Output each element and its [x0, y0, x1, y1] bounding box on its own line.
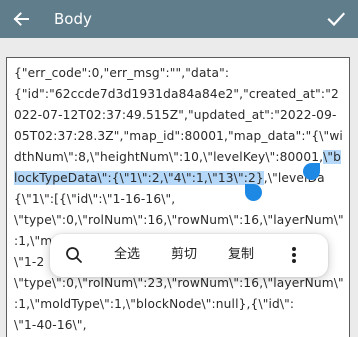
select-all-button[interactable]: 全选 — [114, 245, 140, 265]
editor-line: {\"1\":[{\"id\":\"1-16-16\", — [14, 189, 343, 210]
editor-line: {"id":"62ccde7d3d1931da84a84e2","created… — [14, 84, 343, 105]
copy-button[interactable]: 复制 — [228, 245, 254, 265]
check-icon — [327, 12, 346, 27]
text-segment: {"err_code":0,"err_msg":"","data": — [14, 66, 230, 80]
text-segment: {"id":"62ccde7d3d1931da84a84e2","created… — [14, 87, 339, 101]
more-vert-icon — [292, 247, 296, 263]
more-button[interactable] — [282, 243, 306, 267]
text-segment: \"type\":0,\"rolNum\":23,\"rowNum\":16,\… — [14, 276, 344, 290]
editor-line: {"err_code":0,"err_msg":"","data": — [14, 63, 343, 84]
editor-line: \"type\":0,\"rolNum\":16,\"rowNum\":16,\… — [14, 210, 344, 231]
text-segment: {\"1\":[{\"id\":\"1-16-16\", — [14, 192, 176, 206]
back-button[interactable] — [7, 5, 35, 33]
app-bar: Body — [0, 0, 358, 38]
body-text-editor[interactable]: {"err_code":0,"err_msg":"","data": {"id":… — [6, 57, 350, 337]
editor-line: dthNum\":8,\"heightNum\":10,\"levelKey\"… — [14, 147, 343, 168]
text-segment: dthNum\":8,\"heightNum\":10,\"levelKey\"… — [14, 150, 324, 164]
text-selection-toolbar: 全选 剪切 复制 — [50, 234, 328, 277]
editor-line: 05T02:37:28.3Z","map_id":80001,"map_data… — [14, 126, 343, 147]
text-segment: 022-07-12T02:37:49.515Z","updated_at":"2… — [14, 108, 337, 122]
editor-line: lockTypeData\":{\"1\":2,\"4\":1,\"13\":2… — [14, 168, 343, 189]
selected-text: lockTypeData\":{\"1\":2,\"4\":1,\"13\":2… — [14, 171, 264, 185]
search-icon — [66, 247, 82, 263]
cut-button[interactable]: 剪切 — [171, 245, 197, 265]
text-segment: \"type\":0,\"rolNum\":16,\"rowNum\":16,\… — [14, 213, 344, 227]
editor-line: 022-07-12T02:37:49.515Z","updated_at":"2… — [14, 105, 343, 126]
selected-text: \"b — [323, 150, 342, 164]
editor-text-content: {"err_code":0,"err_msg":"","data": {"id":… — [14, 63, 344, 336]
text-segment: 05T02:37:28.3Z","map_id":80001,"map_data… — [14, 129, 343, 143]
text-segment: \"1-2 — [14, 255, 45, 269]
text-segment: :1,\"moldType\":1,\"blockNode\":null},{\… — [14, 297, 295, 311]
editor-line: :1,\"moldType\":1,\"blockNode\":null},{\… — [14, 294, 343, 315]
selection-start-handle[interactable] — [245, 184, 262, 201]
arrow-left-icon — [13, 12, 29, 26]
text-segment: \"1-40-16\", — [14, 318, 87, 332]
page-title: Body — [54, 10, 92, 28]
editor-line: \"1-40-16\", — [14, 315, 343, 336]
selection-end-handle[interactable] — [303, 163, 320, 180]
done-button[interactable] — [322, 5, 350, 33]
search-button[interactable] — [62, 243, 86, 267]
